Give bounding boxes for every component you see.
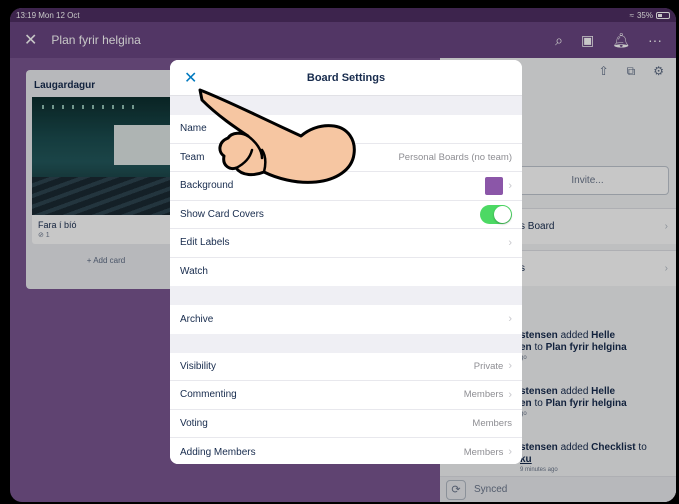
- setting-label: Visibility: [180, 360, 216, 372]
- background-color-swatch: [485, 176, 504, 195]
- chevron-right-icon: ›: [508, 236, 512, 249]
- board-settings-modal: ✕ Board Settings Name Team Personal Boar…: [170, 60, 522, 464]
- setting-value: Private: [473, 360, 504, 372]
- setting-label: Voting: [180, 417, 208, 429]
- settings-group-archive: Archive ›: [170, 305, 522, 334]
- setting-voting[interactable]: Voting Members: [170, 410, 522, 438]
- setting-label: Commenting: [180, 389, 237, 401]
- setting-watch[interactable]: Watch: [170, 258, 522, 287]
- setting-label: Name: [180, 123, 207, 135]
- setting-label: Watch: [180, 266, 208, 278]
- setting-team[interactable]: Team Personal Boards (no team): [170, 144, 522, 172]
- setting-value: Members: [463, 389, 504, 401]
- setting-value: Personal Boards (no team): [398, 151, 512, 163]
- modal-header: ✕ Board Settings: [170, 60, 522, 96]
- chevron-right-icon: ›: [508, 388, 512, 401]
- chevron-right-icon: ›: [508, 313, 512, 326]
- setting-name[interactable]: Name: [170, 115, 522, 144]
- setting-archive[interactable]: Archive ›: [170, 305, 522, 334]
- modal-title: Board Settings: [306, 71, 386, 84]
- setting-edit-labels[interactable]: Edit Labels ›: [170, 229, 522, 258]
- chevron-right-icon: ›: [508, 446, 512, 459]
- setting-background[interactable]: Background ›: [170, 172, 522, 201]
- chevron-right-icon: ›: [508, 179, 512, 192]
- settings-group-permissions: Visibility Private › Commenting Members …: [170, 352, 522, 464]
- setting-value: Members: [472, 417, 512, 429]
- setting-label: Background: [180, 180, 234, 192]
- setting-label: Edit Labels: [180, 237, 230, 249]
- setting-value: Members: [463, 446, 504, 458]
- setting-commenting[interactable]: Commenting Members ›: [170, 381, 522, 410]
- setting-label: Show Card Covers: [180, 208, 264, 220]
- setting-card-covers: Show Card Covers: [170, 201, 522, 229]
- setting-label: Archive: [180, 313, 214, 325]
- chevron-right-icon: ›: [508, 360, 512, 373]
- ipad-screen: 13:19 Mon 12 Oct ≈ 35% ✕ Plan fyrir helg…: [10, 8, 676, 502]
- close-icon[interactable]: ✕: [184, 68, 197, 88]
- setting-adding-members[interactable]: Adding Members Members ›: [170, 438, 522, 464]
- setting-label: Team: [180, 151, 205, 163]
- settings-group-general: Name Team Personal Boards (no team) Back…: [170, 115, 522, 286]
- setting-label: Adding Members: [180, 446, 256, 458]
- setting-visibility[interactable]: Visibility Private ›: [170, 353, 522, 381]
- card-covers-toggle[interactable]: [480, 204, 512, 224]
